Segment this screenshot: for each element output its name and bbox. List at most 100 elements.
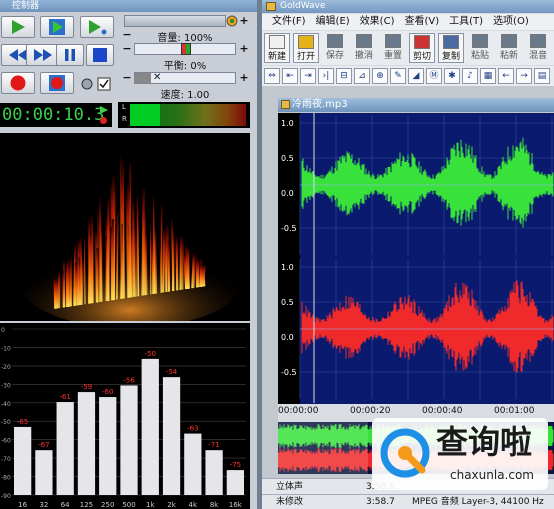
volume-reset-icon[interactable]	[226, 15, 238, 27]
fast-forward-button[interactable]	[26, 44, 60, 66]
toolbar-icon-2	[327, 34, 343, 48]
wave-y-tick: 1.0	[281, 119, 294, 128]
more-button[interactable]: ▤	[534, 68, 550, 84]
mark-end-button[interactable]: ›|	[318, 68, 334, 84]
toolbar-label-4: 重置	[383, 51, 402, 61]
play-from-button[interactable]	[80, 16, 114, 38]
record-icon	[10, 75, 26, 91]
document-title: 冷雨夜.mp3	[292, 99, 348, 110]
spectrogram-line	[74, 262, 78, 306]
toolbar-button-9[interactable]: 混音	[525, 33, 551, 63]
menu-view[interactable]: 查看(V)	[404, 16, 439, 27]
controller-window: 控制器 − + 音量: 100% − + 平衡: 0% − ✕ + 速度: 1.…	[0, 0, 257, 509]
eq-value-label: -59	[81, 383, 92, 391]
select-end-button[interactable]: ⇥	[300, 68, 316, 84]
volume-decrease-button[interactable]: −	[121, 29, 133, 41]
toolbar-icon-4	[385, 34, 401, 48]
eq-freq-label: 2k	[167, 501, 176, 509]
spectrogram-line	[105, 235, 108, 302]
time-tick-2: 00:00:40	[422, 406, 463, 416]
eq-freq-label: 250	[101, 501, 114, 509]
goldwave-title: GoldWave	[280, 1, 326, 11]
time-tick-3: 00:01:00	[494, 406, 535, 416]
rewind-icon	[9, 49, 27, 61]
volume-increase-button[interactable]: +	[238, 15, 250, 27]
right-button[interactable]: →	[516, 68, 532, 84]
insert-silence-button[interactable]: ⊕	[372, 68, 388, 84]
controller-title: 控制器	[12, 1, 40, 11]
document-icon	[281, 100, 290, 109]
eq-bar	[184, 433, 202, 495]
menu-file[interactable]: 文件(F)	[272, 16, 306, 27]
monitor-options[interactable]	[80, 77, 114, 91]
fade-button[interactable]: ◢	[408, 68, 424, 84]
eq-value-label: -60	[102, 388, 113, 396]
spectrogram-line	[196, 260, 200, 288]
stop-button[interactable]	[86, 44, 114, 66]
eq-bar	[226, 470, 244, 495]
toolbar-label-3: 撤消	[354, 51, 373, 61]
play-indicator-icon	[99, 106, 109, 117]
balance-label: 平衡: 0%	[163, 61, 207, 72]
record-button[interactable]	[1, 72, 35, 94]
menu-effects[interactable]: 效果(C)	[360, 16, 395, 27]
record-new-button[interactable]	[40, 72, 74, 94]
spectrogram-line	[69, 258, 72, 307]
toolbar-button-4[interactable]: 重置	[380, 33, 406, 63]
toolbar-button-3[interactable]: 撤消	[351, 33, 377, 63]
meter-right-label: R	[122, 115, 127, 123]
play-button[interactable]	[1, 16, 35, 38]
toolbar-button-6[interactable]: 复制	[438, 33, 464, 63]
watermark-logo-icon	[380, 428, 430, 478]
pause-button[interactable]	[56, 44, 84, 66]
eq-value-label: -63	[187, 425, 198, 433]
toolbar-button-7[interactable]: 粘贴	[467, 33, 493, 63]
equalizer-chart: 0 -10 -20 -30 -40 -50 -60 -70 -80 -90 -65 16 -67 32 -6…	[1, 327, 246, 509]
mpeg-button[interactable]: Ⓜ	[426, 68, 442, 84]
sound-button[interactable]: ♪	[462, 68, 478, 84]
eq-freq-label: 1k	[146, 501, 155, 509]
menu-tools[interactable]: 工具(T)	[449, 16, 483, 27]
waveform-view[interactable]: 1.0 0.5 0.0 -0.5 1.0 0.5 0.0 -0.5	[278, 113, 554, 408]
toolbar-button-0[interactable]: 新建	[264, 33, 290, 63]
spectrogram-line	[53, 278, 57, 309]
volume-slider[interactable]	[124, 15, 226, 27]
menu-options[interactable]: 选项(O)	[493, 16, 529, 27]
balance-right-button[interactable]: +	[238, 43, 250, 55]
toolbar-icon-1	[298, 35, 314, 49]
toolbar-button-5[interactable]: 剪切	[409, 33, 435, 63]
eq-db-tick: -80	[1, 475, 11, 482]
wave-y-tick: 0.0	[281, 189, 294, 198]
left-button[interactable]: ←	[498, 68, 514, 84]
toolbar-label-5: 剪切	[412, 52, 431, 62]
waveform-chart: 1.0 0.5 0.0 -0.5 1.0 0.5 0.0 -0.5	[278, 113, 554, 408]
menu-edit[interactable]: 编辑(E)	[316, 16, 350, 27]
toolbar-button-2[interactable]: 保存	[322, 33, 348, 63]
balance-slider[interactable]	[134, 43, 236, 55]
volume-tool-button[interactable]: ✎	[390, 68, 406, 84]
settings-button[interactable]: ✱	[444, 68, 460, 84]
speed-increase-button[interactable]: +	[238, 72, 250, 84]
select-all-button[interactable]: ⇔	[264, 68, 280, 84]
spectrogram-line	[55, 278, 59, 309]
trim-button[interactable]: ⊟	[336, 68, 352, 84]
eq-db-tick: -30	[1, 382, 11, 389]
play-selection-button[interactable]	[40, 16, 74, 38]
speed-slider[interactable]: ✕	[134, 72, 236, 84]
select-start-button[interactable]: ⇤	[282, 68, 298, 84]
speed-decrease-button[interactable]: −	[121, 72, 133, 84]
grid-button[interactable]: ▦	[480, 68, 496, 84]
spectrogram-line	[179, 235, 182, 290]
silence-button[interactable]: ⊿	[354, 68, 370, 84]
spectrogram-line	[192, 255, 196, 288]
toolbar-button-1[interactable]: 打开	[293, 33, 319, 63]
watermark: 查询啦 chaxunla.com	[372, 418, 548, 490]
eq-value-label: -61	[59, 393, 70, 401]
toolbar-button-8[interactable]: 粘新	[496, 33, 522, 63]
eq-freq-label: 4k	[189, 501, 198, 509]
overview-visible-range[interactable]	[278, 422, 368, 474]
balance-left-button[interactable]: −	[121, 43, 133, 55]
status-bar-2: 未修改 3:58.7 MPEG 音频 Layer-3, 44100 Hz	[262, 494, 554, 509]
wave-y-tick: 0.5	[281, 154, 294, 163]
eq-value-label: -56	[123, 376, 135, 384]
